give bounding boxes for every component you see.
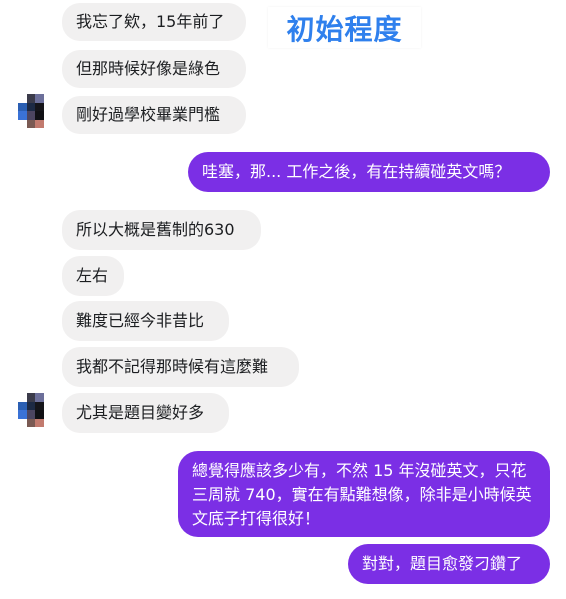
message-text: 尤其是題目變好多 xyxy=(76,403,205,422)
contact-avatar[interactable] xyxy=(18,94,52,128)
contact-avatar[interactable] xyxy=(18,393,52,427)
message-text: 左右 xyxy=(76,266,109,285)
message-bubble-incoming[interactable]: 但那時候好像是綠色 xyxy=(62,50,246,88)
message-text: 哇塞，那... 工作之後，有在持續碰英文嗎？ xyxy=(202,162,511,181)
message-text: 但那時候好像是綠色 xyxy=(76,59,221,78)
message-bubble-incoming[interactable]: 我忘了欸，15年前了 xyxy=(62,3,246,41)
message-text: 對對，題目愈發刁鑽了 xyxy=(362,554,523,573)
message-bubble-incoming[interactable]: 剛好過學校畢業門檻 xyxy=(62,96,246,134)
message-text: 剛好過學校畢業門檻 xyxy=(76,105,221,124)
message-text: 我忘了欸，15年前了 xyxy=(76,12,225,31)
overlay-title: 初始程度 xyxy=(268,7,421,48)
message-bubble-outgoing[interactable]: 哇塞，那... 工作之後，有在持續碰英文嗎？ xyxy=(188,152,550,192)
message-text: 我都不記得那時候有這麼難 xyxy=(76,357,269,376)
message-bubble-incoming[interactable]: 尤其是題目變好多 xyxy=(62,393,229,433)
message-bubble-incoming[interactable]: 難度已經今非昔比 xyxy=(62,301,229,341)
message-text: 難度已經今非昔比 xyxy=(76,311,205,330)
message-bubble-incoming[interactable]: 所以大概是舊制的630 xyxy=(62,210,261,250)
message-bubble-incoming[interactable]: 我都不記得那時候有這麼難 xyxy=(62,347,299,387)
message-bubble-outgoing[interactable]: 對對，題目愈發刁鑽了 xyxy=(348,544,550,584)
message-bubble-outgoing[interactable]: 總覺得應該多少有，不然 15 年沒碰英文，只花三周就 740，實在有點難想像，除… xyxy=(178,451,550,537)
message-bubble-incoming[interactable]: 左右 xyxy=(62,256,124,296)
message-text: 總覺得應該多少有，不然 15 年沒碰英文，只花三周就 740，實在有點難想像，除… xyxy=(192,461,532,528)
message-text: 所以大概是舊制的630 xyxy=(76,220,235,239)
